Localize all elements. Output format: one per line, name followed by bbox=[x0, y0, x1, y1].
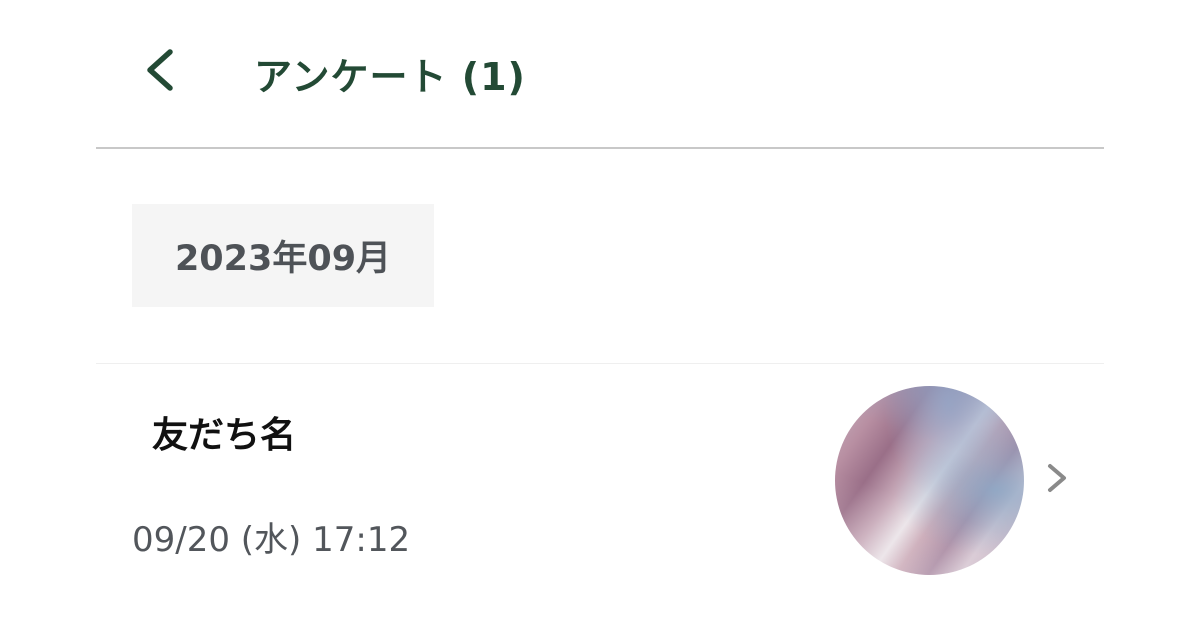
list-item[interactable]: 友だち名 09/20 (水) 17:12 bbox=[96, 364, 1104, 594]
month-label: 2023年09月 bbox=[174, 239, 392, 279]
page-title: アンケート (1) bbox=[254, 55, 526, 99]
avatar bbox=[835, 386, 1024, 575]
chevron-right-icon bbox=[1042, 460, 1072, 496]
friend-name: 友だち名 bbox=[152, 415, 297, 456]
month-section-label: 2023年09月 bbox=[132, 204, 434, 307]
response-timestamp: 09/20 (水) 17:12 bbox=[132, 520, 411, 560]
header-bar: アンケート (1) bbox=[96, 0, 1104, 148]
back-button[interactable] bbox=[134, 44, 186, 96]
chevron-left-icon bbox=[147, 49, 173, 91]
survey-list-screen: アンケート (1) 2023年09月 友だち名 09/20 (水) 17:12 bbox=[0, 0, 1200, 630]
header-divider bbox=[96, 147, 1104, 149]
